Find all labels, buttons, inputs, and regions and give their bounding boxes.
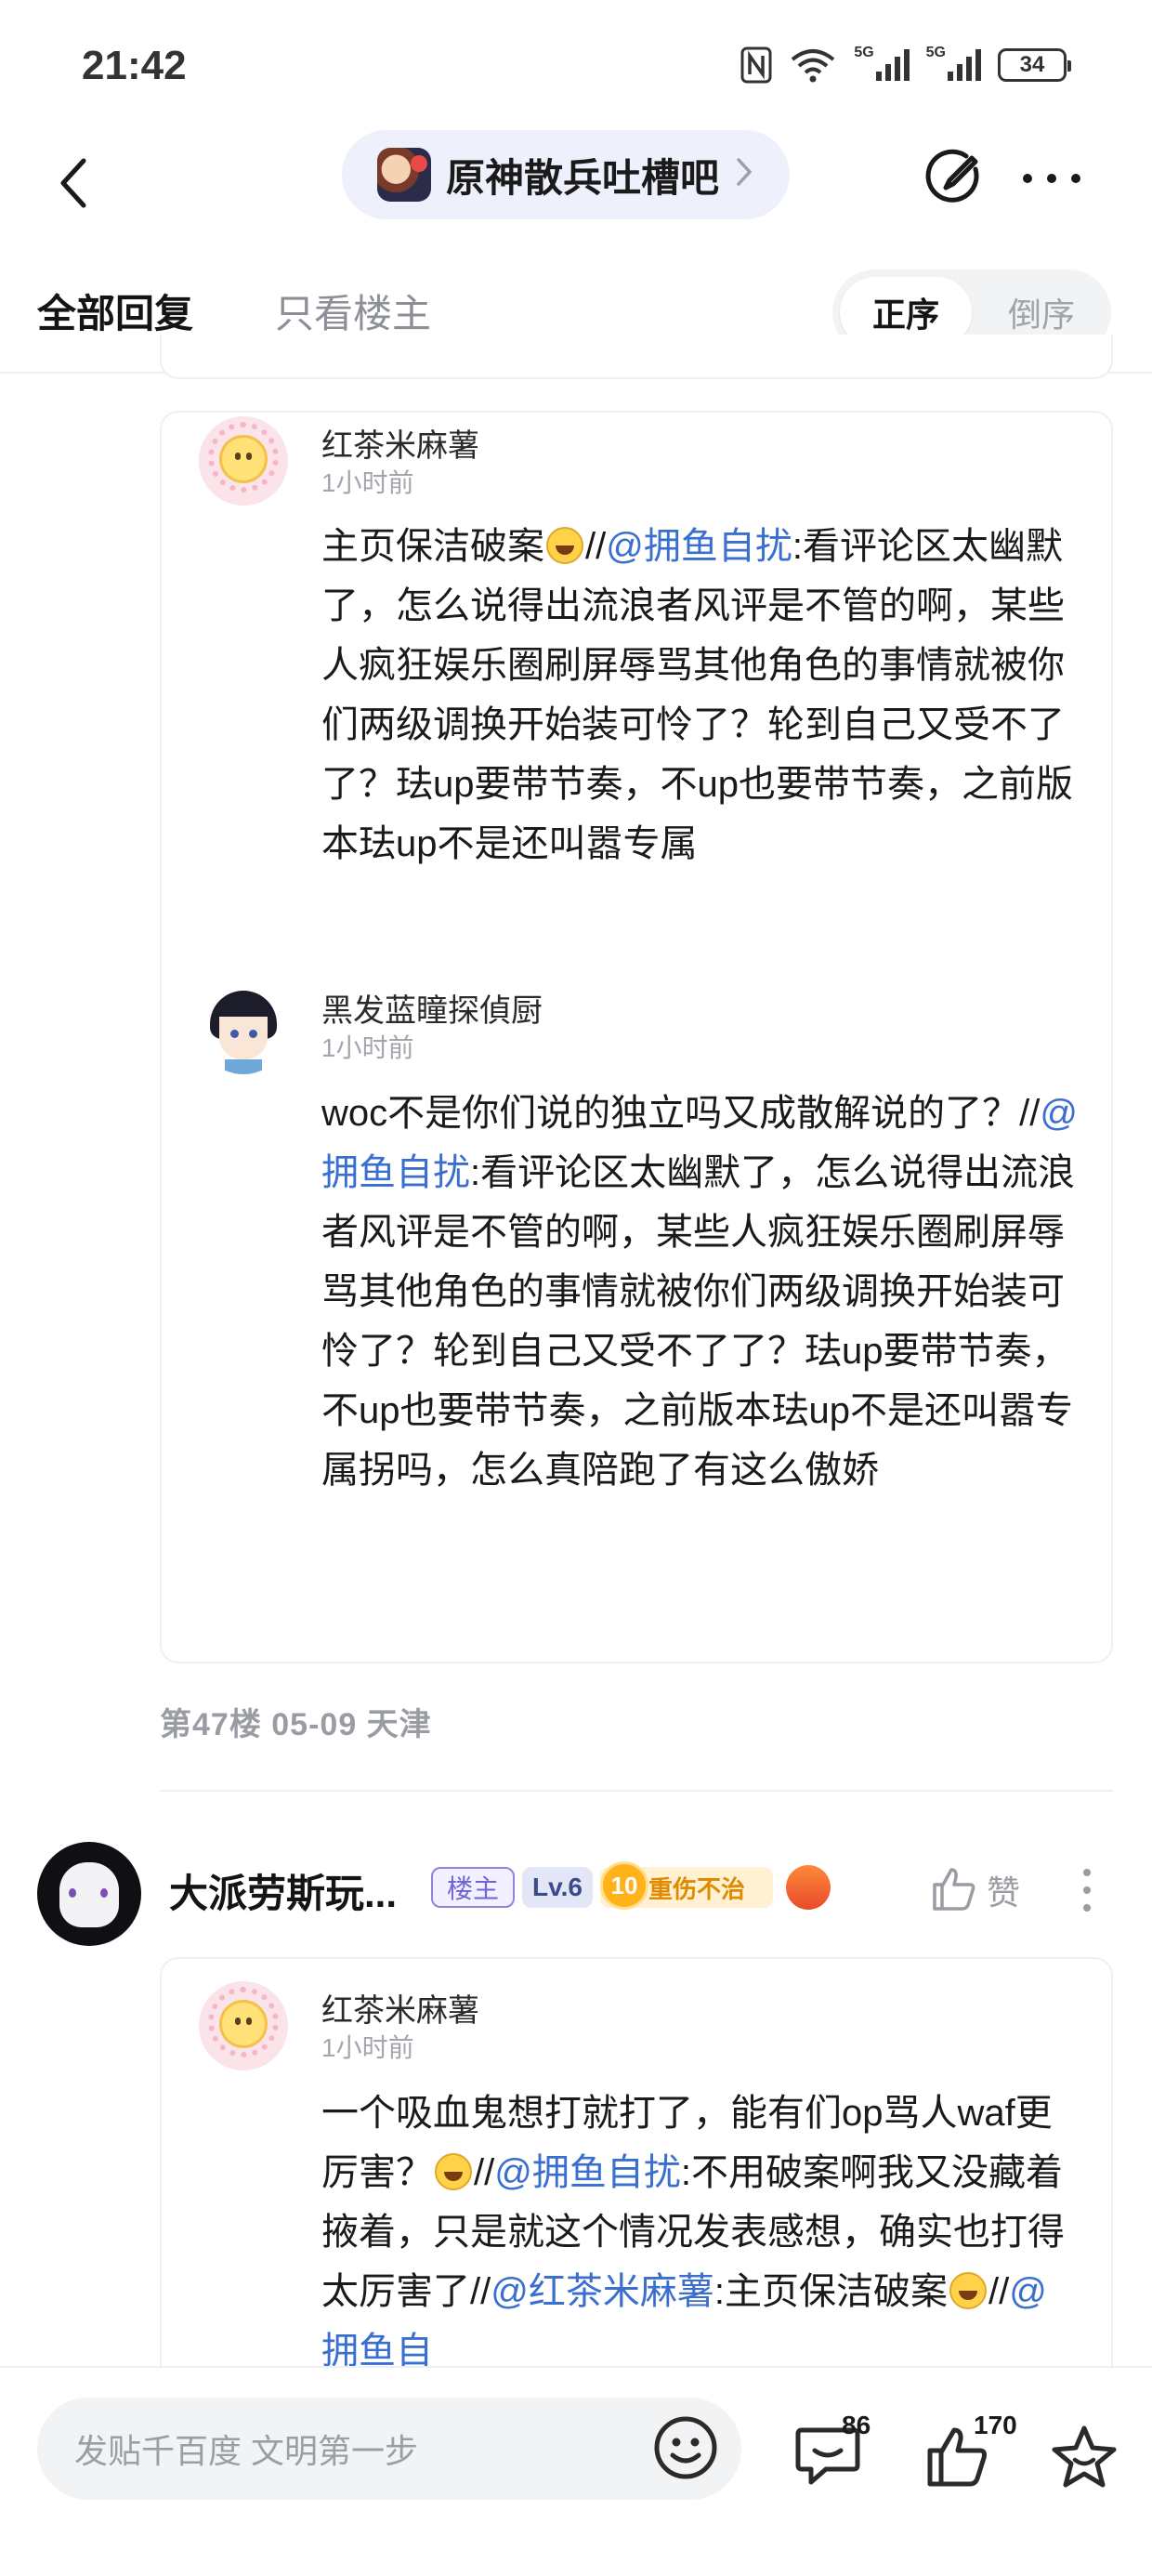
more-vertical-icon[interactable]: [1068, 1855, 1106, 1925]
mention-link[interactable]: @拥鱼自扰: [494, 2152, 681, 2193]
battery-icon: 34: [998, 48, 1071, 82]
comment-text-part: :看评论区太幽默了，怎么说得出流浪者风评是不管的啊，某些人疯狂娱乐圈刷屏辱骂其他…: [321, 1152, 1076, 1491]
forum-avatar: [377, 148, 431, 202]
chevron-right-icon: [736, 154, 753, 196]
status-bar: 21:42 5G 5G 34: [0, 0, 1152, 130]
emoji-icon[interactable]: [648, 2411, 723, 2485]
like-count: 170: [974, 2411, 1017, 2439]
comment-text-part: :主页保洁破案: [713, 2271, 948, 2312]
avatar[interactable]: [199, 1981, 288, 2070]
avatar[interactable]: [37, 1842, 141, 1946]
nav-header: 原神散兵吐槽吧: [0, 130, 1152, 251]
comment-text: 主页保洁破案 //@拥鱼自扰:看评论区太幽默了，怎么说得出流浪者风评是不管的啊，某…: [321, 517, 1083, 874]
op-badge: 楼主: [431, 1867, 515, 1908]
star-icon[interactable]: [1042, 2414, 1126, 2498]
commenter-name[interactable]: 红茶米麻薯: [321, 1985, 479, 2031]
laugh-cry-emoji-icon: [949, 2272, 987, 2309]
signal-label: 5G: [925, 45, 946, 60]
floor-47-quote-box: 红茶米麻薯 1小时前 主页保洁破案//@拥鱼自扰:看评论区太幽默了，怎么说得出流…: [160, 411, 1113, 1663]
comment-count: 86: [842, 2411, 871, 2439]
floor-user-name[interactable]: 大派劳斯玩...: [169, 1862, 397, 1919]
mention-link[interactable]: @红茶米麻薯: [491, 2271, 714, 2312]
avatar[interactable]: [199, 416, 288, 506]
comment-text-part: //: [585, 526, 607, 567]
comment-text-part: //: [474, 2152, 495, 2193]
commenter-name[interactable]: 红茶米麻薯: [321, 420, 479, 466]
forum-name: 原神散兵吐槽吧: [446, 155, 720, 200]
status-time: 21:42: [82, 43, 187, 88]
signal-5g-icon: 5G: [854, 45, 910, 85]
thumbs-up-icon: [929, 1864, 977, 1917]
comment-text: 一个吸血鬼想打就打了，能有们op骂人waf更厉害？//@拥鱼自扰:不用破案啊我又…: [321, 2083, 1083, 2381]
comment-text-part: 主页保洁破案: [321, 526, 544, 567]
signal-label: 5G: [854, 45, 874, 60]
divider: [160, 1790, 1113, 1792]
status-icons: 5G 5G 34: [740, 45, 1071, 85]
comment-text-part: woc不是你们说的独立吗又成散解说的了？//: [321, 1093, 1041, 1134]
tab-only-op[interactable]: 只看楼主: [275, 283, 431, 339]
mention-link[interactable]: @拥鱼自扰: [606, 526, 792, 567]
floor-meta: 第47楼 05-09 天津: [160, 1707, 432, 1742]
comment-time: 1小时前: [321, 2033, 414, 2062]
reply-input[interactable]: 发贴千百度 文明第一步: [37, 2398, 741, 2500]
bottom-action-bar: 发贴千百度 文明第一步 86 170: [0, 2366, 1152, 2576]
avatar[interactable]: [199, 985, 288, 1074]
wifi-icon: [789, 45, 837, 85]
comment-text-part: //: [988, 2271, 1010, 2312]
signal-5g-icon: 5G: [926, 45, 981, 85]
floor-48-quote-box: 红茶米麻薯 1小时前 一个吸血鬼想打就打了，能有们op骂人waf更厉害？//@拥…: [160, 1957, 1113, 2422]
edit-icon[interactable]: [920, 141, 987, 216]
laugh-cry-emoji-icon: [546, 527, 583, 564]
comment-time: 1小时前: [321, 1033, 414, 1062]
comment-text: woc不是你们说的独立吗又成散解说的了？//@拥鱼自扰:看评论区太幽默了，怎么说…: [321, 1084, 1083, 1500]
quote-box-prev: [160, 335, 1113, 379]
commenter-name[interactable]: 黑发蓝瞳探偵厨: [321, 985, 543, 1031]
comment-time: 1小时前: [321, 468, 414, 497]
decoration-icon: [786, 1865, 831, 1910]
fan-level-icon: 10: [600, 1861, 648, 1910]
tab-all-replies[interactable]: 全部回复: [37, 283, 193, 339]
laugh-cry-emoji-icon: [435, 2153, 472, 2190]
forum-pill[interactable]: 原神散兵吐槽吧: [342, 130, 791, 219]
back-arrow-icon[interactable]: [45, 141, 100, 225]
more-icon[interactable]: [1018, 141, 1085, 216]
comment-text-part: :看评论区太幽默了，怎么说得出流浪者风评是不管的啊，某些人疯狂娱乐圈刷屏辱骂其他…: [321, 526, 1073, 864]
like-button[interactable]: 赞: [929, 1855, 1020, 1925]
level-badge: Lv.6: [522, 1867, 593, 1908]
like-label: 赞: [987, 1873, 1021, 1912]
nfc-icon: [740, 45, 772, 85]
